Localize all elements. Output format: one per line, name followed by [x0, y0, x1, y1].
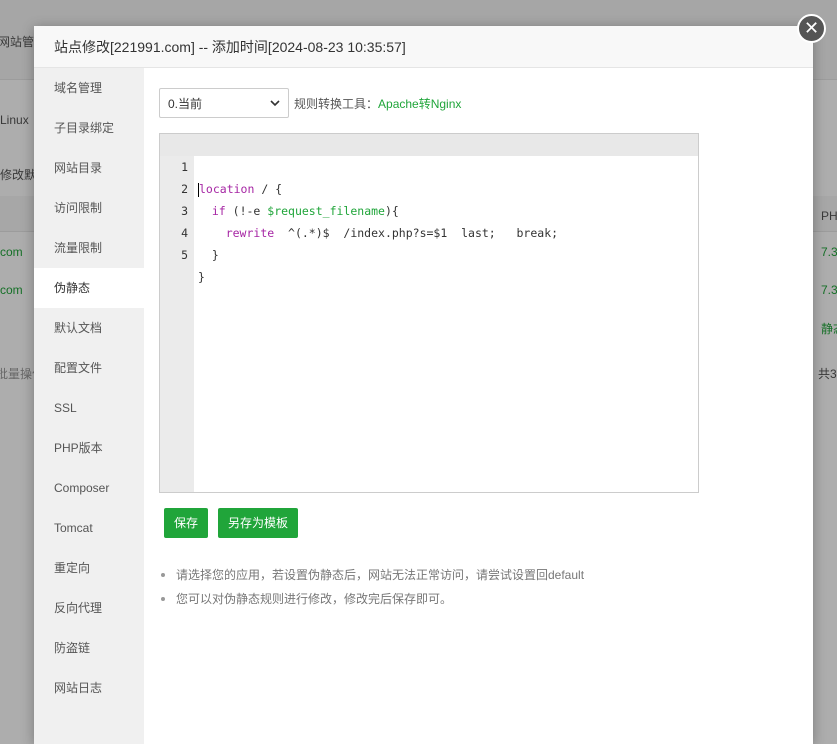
sidebar-item-subdirectory[interactable]: 子目录绑定 — [34, 108, 144, 148]
chevron-down-icon — [270, 100, 280, 107]
sidebar: 域名管理 子目录绑定 网站目录 访问限制 流量限制 伪静态 默认文档 配置文件 … — [34, 68, 144, 744]
save-as-template-button[interactable]: 另存为模板 — [218, 508, 299, 538]
sidebar-item-redirect[interactable]: 重定向 — [34, 548, 144, 588]
converter-label: 规则转换工具： — [294, 96, 379, 111]
action-buttons: 保存 另存为模板 — [164, 508, 299, 538]
sidebar-item-php-version[interactable]: PHP版本 — [34, 428, 144, 468]
close-icon[interactable]: ✕ — [797, 14, 826, 43]
sidebar-item-rewrite[interactable]: 伪静态 — [34, 268, 144, 308]
code-line: 3 rewrite ^(.*)$ /index.php?s=$1 last; b… — [160, 178, 698, 240]
sidebar-item-tomcat[interactable]: Tomcat — [34, 508, 144, 548]
help-tips: 请选择您的应用，若设置伪静态后，网站无法正常访问，请尝试设置回default 您… — [159, 563, 584, 611]
modal-title: 站点修改[221991.com] -- 添加时间[2024-08-23 10:3… — [34, 26, 813, 68]
line-number: 5 — [181, 248, 188, 262]
site-edit-modal: 站点修改[221991.com] -- 添加时间[2024-08-23 10:3… — [34, 26, 813, 744]
code-line: 5 } — [160, 222, 698, 284]
converter-link[interactable]: Apache转Nginx — [378, 95, 461, 112]
code-line: 4 } — [160, 200, 698, 262]
rewrite-template-select[interactable]: 0.当前 — [159, 88, 289, 118]
rewrite-template-value: 0.当前 — [168, 96, 203, 111]
code-line: 2 if (!-e $request_filename){ — [160, 156, 698, 218]
tip-item: 您可以对伪静态规则进行修改，修改完后保存即可。 — [159, 587, 584, 611]
code-line: 1 location / { — [160, 134, 698, 197]
sidebar-item-domain[interactable]: 域名管理 — [34, 68, 144, 108]
code-editor[interactable]: 1 location / { 2 if (!-e $request_filena… — [159, 133, 699, 493]
sidebar-item-ssl[interactable]: SSL — [34, 388, 144, 428]
sidebar-item-composer[interactable]: Composer — [34, 468, 144, 508]
save-button[interactable]: 保存 — [164, 508, 209, 538]
rewrite-panel: 0.当前 规则转换工具： Apache转Nginx 1 location / {… — [144, 68, 813, 744]
sidebar-item-hotlink-protection[interactable]: 防盗链 — [34, 628, 144, 668]
tip-item: 请选择您的应用，若设置伪静态后，网站无法正常访问，请尝试设置回default — [159, 563, 584, 587]
sidebar-item-reverse-proxy[interactable]: 反向代理 — [34, 588, 144, 628]
sidebar-item-access-limit[interactable]: 访问限制 — [34, 188, 144, 228]
sidebar-item-traffic-limit[interactable]: 流量限制 — [34, 228, 144, 268]
code-text: } — [198, 270, 205, 284]
sidebar-item-site-log[interactable]: 网站日志 — [34, 668, 144, 708]
sidebar-item-site-directory[interactable]: 网站目录 — [34, 148, 144, 188]
rewrite-toolbar: 0.当前 规则转换工具： Apache转Nginx — [159, 88, 798, 118]
sidebar-item-default-doc[interactable]: 默认文档 — [34, 308, 144, 348]
sidebar-item-config-file[interactable]: 配置文件 — [34, 348, 144, 388]
